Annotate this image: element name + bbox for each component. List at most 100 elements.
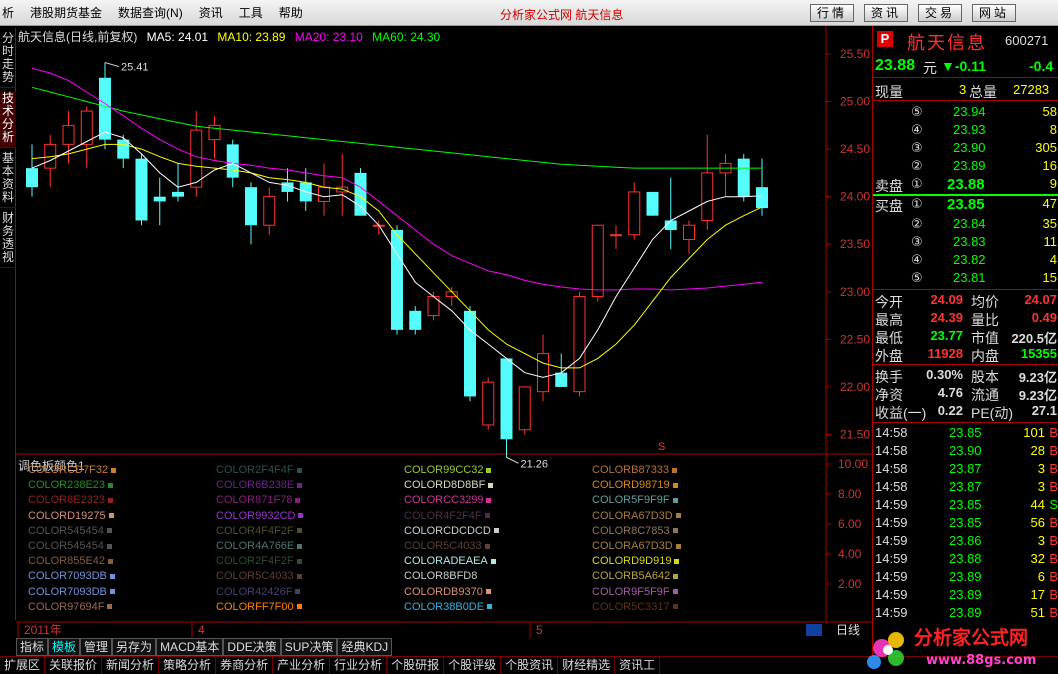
tick-row: 14:58 23.87 3 B [873,479,1058,497]
trade-button[interactable]: 交易 [918,4,962,22]
stat-label: 市值 [971,330,999,346]
status-tab[interactable]: 个股评级 [444,657,502,674]
tick-volume: 17 [1030,587,1045,602]
menu-item-analysis[interactable]: 析 [0,4,22,21]
indicator-tab[interactable]: 经典KDJ [337,638,393,656]
divider [873,422,1058,423]
level-label: ⑤ [911,270,923,285]
indicator-tabs: 指标 模板 管理 另存为 MACD基本 DDE决策 SUP决策 经典KDJ [16,638,393,656]
tick-price: 23.89 [949,569,982,584]
sub-y-tick-label: 10.00 [838,457,868,471]
tick-price: 23.87 [949,479,982,494]
stat-value: 0.22 [937,403,963,418]
quote-button[interactable]: 行情 [810,4,854,22]
website-button[interactable]: 网站 [972,4,1016,22]
menu-bar: 析 港股期货基金 数据查询(N) 资讯 工具 帮助 分析家公式网 航天信息 行情… [0,0,1058,26]
palette-swatch [106,543,112,549]
stat-label: 流通 [971,387,999,403]
stat-label: 最低 [875,330,903,346]
palette-color-name: COLORA67D3D [592,509,673,522]
palette-color-name: COLOR42426F [216,585,293,598]
palette-color-name: COLOR7093DB [28,570,107,583]
status-tab[interactable]: 个股资讯 [501,657,559,674]
period-label[interactable]: 日线 [836,623,860,637]
tab-intraday[interactable]: 分时走势 [0,32,16,88]
menu-item-hk-futures[interactable]: 港股期货基金 [22,4,110,21]
palette-swatch [109,573,115,579]
tick-side: B [1049,533,1058,548]
status-tab[interactable]: 产业分析 [273,657,331,674]
status-tab[interactable]: 扩展区 [0,657,46,674]
menu-item-data-query[interactable]: 数据查询(N) [110,4,191,21]
stat-value: 23.77 [930,328,963,343]
status-tab[interactable]: 关联报价 [45,657,103,674]
status-tab[interactable]: 行业分析 [330,657,388,674]
palette-swatch [296,573,302,579]
tick-time: 14:59 [875,497,908,512]
menu-item-news[interactable]: 资讯 [191,4,231,21]
palette-swatch [493,528,499,534]
palette-color-name: COLOR4F4F2F [216,524,294,537]
candle [354,168,367,216]
stat-label: 净资 [875,387,903,403]
buy1-label: 买盘 [875,198,903,214]
palette-swatch [298,513,304,519]
flower-logo-icon [867,632,904,669]
palette-color-name: COLOR9F5F9F [592,585,670,598]
status-tab[interactable]: 财经精选 [558,657,616,674]
level-label: ③ [911,234,923,249]
status-tab[interactable]: 新闻分析 [102,657,160,674]
indicator-tab[interactable]: DDE决策 [223,638,281,656]
palette-color-name: COLOR5C4033 [404,540,482,552]
tick-row: 14:58 23.85 101 B [873,425,1058,443]
palette-swatch [296,467,302,473]
palette-color-name: COLOR871F78 [216,494,293,507]
palette-color-item: COLOR4A766E [216,540,303,552]
palette-color-name: COLOR545454 [28,540,104,552]
palette-color-item: COLOR5C4033 [404,540,490,552]
tab-basic-info[interactable]: 基本资料 [0,152,16,208]
scroll-button[interactable] [806,624,822,636]
event-marker-icon[interactable]: S [658,441,665,453]
tick-side: B [1049,479,1058,494]
status-tab[interactable]: 券商分析 [216,657,274,674]
palette-color-name: COLORADEAEA [404,555,488,568]
palette-color-name: COLORB5A642 [592,570,671,583]
palette-color-name: COLORCC3299 [404,494,484,507]
stat-label: 内盘 [971,348,999,364]
candle [135,153,148,226]
palette-color-item: COLORCD7F32 [28,464,117,476]
news-button[interactable]: 资讯 [864,4,908,22]
menu-item-tools[interactable]: 工具 [231,4,271,21]
sell-volume: 8 [1049,122,1057,137]
palette-color-item: COLOR871F78 [216,494,301,507]
status-tab[interactable]: 个股研报 [387,657,445,674]
buy-level-row: ③ 23.83 11 [873,234,1058,252]
palette-swatch [108,497,114,503]
indicator-tab[interactable]: SUP决策 [280,638,338,656]
indicator-tab[interactable]: MACD基本 [156,638,224,656]
indicator-tab[interactable]: 另存为 [112,638,157,656]
palette-color-item: COLOR2F4F4F [216,464,302,476]
status-tab[interactable]: 资讯工 [615,657,661,674]
palette-swatch [673,573,679,579]
price-row: 23.88 元 ▼-0.11 -0.4 [873,56,1058,78]
volume-row: 现量 3 总量 27283 [873,81,1058,101]
status-tab[interactable]: 策略分析 [159,657,217,674]
tab-technical[interactable]: 技术分析 [0,92,16,148]
palette-color-item: COLOR8BFD8 [404,570,485,582]
stat-value: 0.30% [926,367,963,382]
palette-color-item: COLOR9F5F9F [592,586,678,598]
stat-value: 9.23亿 [1018,370,1057,385]
price-change: ▼-0.11 [941,58,986,74]
indicator-tab[interactable]: 指标 [16,638,49,656]
palette-swatch [486,497,492,503]
indicator-tab[interactable]: 管理 [80,638,113,656]
palette-swatch [109,589,115,595]
tick-side: B [1049,425,1058,440]
indicator-tab[interactable]: 模板 [48,638,81,656]
menu-item-help[interactable]: 帮助 [271,4,311,21]
tab-finance[interactable]: 财务透视 [0,212,16,268]
palette-color-name: COLOR8C7853 [592,524,670,537]
buy-level-row: ④ 23.82 4 [873,252,1058,270]
